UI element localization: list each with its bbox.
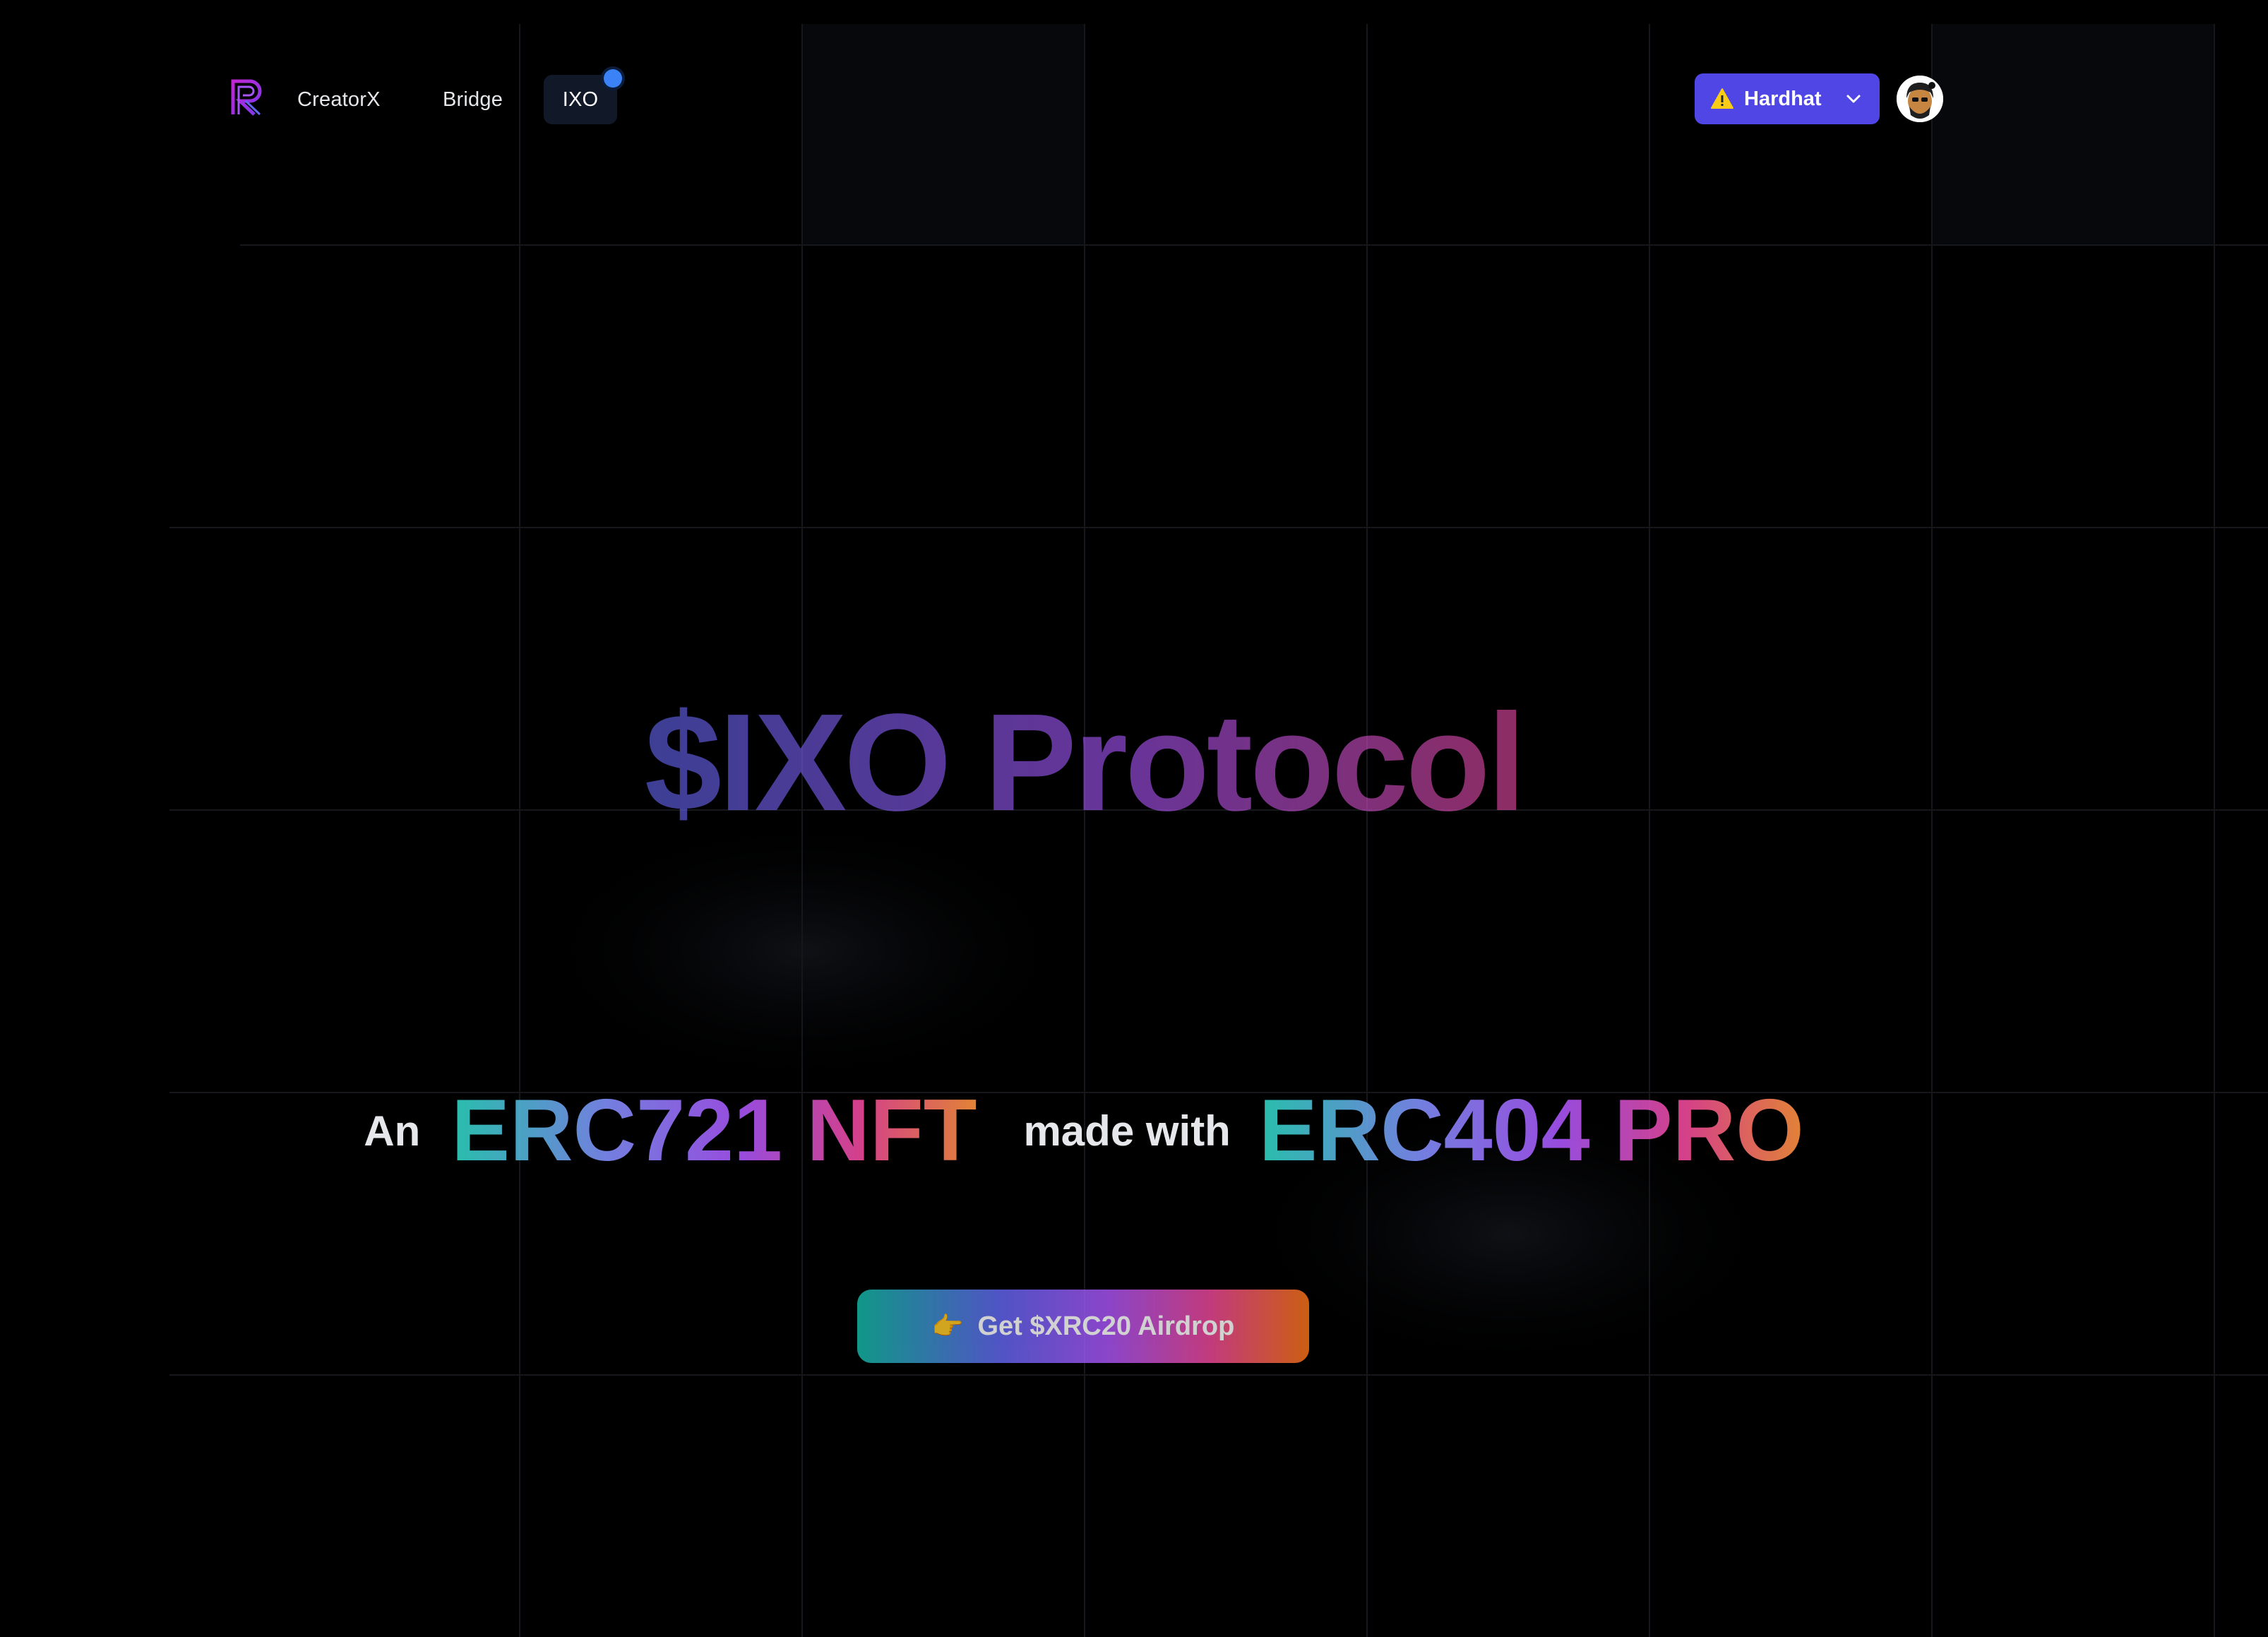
avatar-face-icon	[1897, 76, 1943, 122]
warning-icon	[1711, 88, 1733, 109]
nav-link-creatorx[interactable]: CreatorX	[297, 75, 381, 124]
hero-title: $IXO Protocol	[0, 678, 2168, 847]
tagline-highlight-erc404: ERC404 PRO	[1258, 1082, 1804, 1179]
hero-tagline: An ERC721 NFT made with ERC404 PRO	[0, 1081, 2168, 1181]
tagline-highlight-erc721: ERC721 NFT	[451, 1082, 977, 1179]
tagline-prefix: An	[364, 1107, 421, 1155]
network-label: Hardhat	[1744, 87, 1822, 110]
airdrop-cta-button[interactable]: 👉 Get $XRC20 Airdrop	[857, 1290, 1309, 1363]
notification-dot	[604, 69, 622, 88]
network-selector-button[interactable]: Hardhat	[1695, 73, 1880, 124]
pointing-hand-icon: 👉	[931, 1312, 964, 1341]
r-logo-icon[interactable]	[230, 79, 265, 116]
chevron-down-icon	[1846, 95, 1861, 103]
airdrop-cta-label: Get $XRC20 Airdrop	[977, 1311, 1235, 1341]
nav-link-bridge[interactable]: Bridge	[443, 75, 503, 124]
top-nav: CreatorX Bridge IXO Hardhat	[0, 0, 2268, 198]
tagline-middle: made with	[1023, 1107, 1231, 1155]
avatar[interactable]	[1897, 76, 1943, 122]
